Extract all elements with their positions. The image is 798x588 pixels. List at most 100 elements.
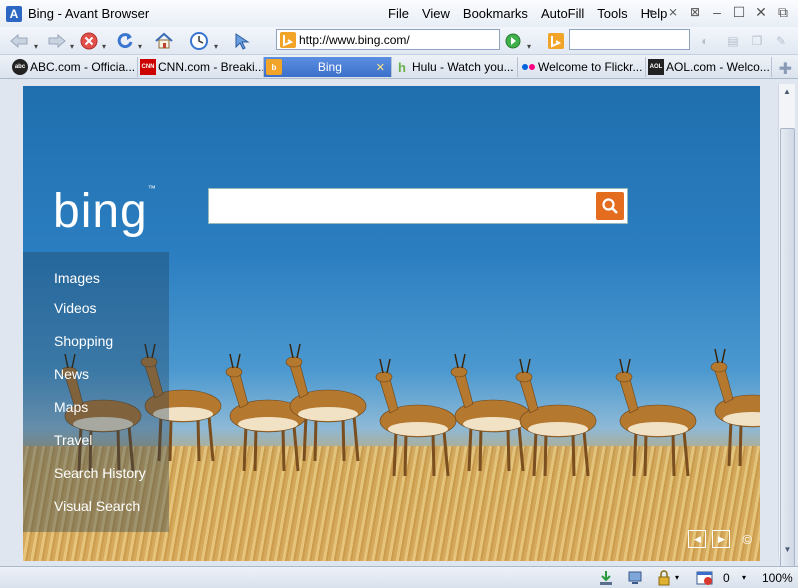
magnifier-icon <box>602 198 618 214</box>
download-icon[interactable] <box>598 570 614 586</box>
gazelle <box>285 343 367 462</box>
nav-maps[interactable]: Maps <box>54 399 88 415</box>
nav-shopping[interactable]: Shopping <box>54 333 113 349</box>
cursor-tool-button[interactable] <box>231 30 253 52</box>
nav-visual-search[interactable]: Visual Search <box>54 498 140 514</box>
tab-label: ABC.com - Officia... <box>30 60 136 74</box>
copyright-info-button[interactable]: © <box>742 532 752 547</box>
toolbar-tool-2[interactable]: ❐ <box>746 30 768 52</box>
nav-videos[interactable]: Videos <box>54 300 97 316</box>
close-tab-icon[interactable]: ✕ <box>376 61 385 74</box>
aol-favicon: AOL <box>648 59 664 75</box>
minimize-window-button[interactable]: – <box>710 5 724 19</box>
scrollbar-thumb[interactable] <box>780 128 795 576</box>
menu-chevron-icon[interactable]: ▾ <box>644 5 658 19</box>
bing-search-input[interactable] <box>208 188 628 224</box>
scroll-down-icon[interactable]: ▼ <box>779 542 796 558</box>
hulu-favicon: h <box>398 59 406 75</box>
search-go-button[interactable]: ◐ <box>694 30 716 52</box>
bing-logo-text: bing <box>53 185 148 238</box>
zoom-level[interactable]: 100% <box>762 571 793 585</box>
stop-button[interactable] <box>78 30 100 52</box>
popup-blocked-count: 0 <box>723 571 730 585</box>
stop-dropdown-icon[interactable]: ▾ <box>102 42 106 51</box>
nav-news[interactable]: News <box>54 366 89 382</box>
gazelle <box>450 353 532 472</box>
refresh-dropdown-icon[interactable]: ▾ <box>138 42 142 51</box>
gazelle <box>515 358 597 477</box>
lock-dropdown-icon[interactable]: ▾ <box>675 573 691 588</box>
restore-window-button[interactable]: ⧉ <box>776 5 790 19</box>
tab-bing[interactable]: b Bing ✕ <box>264 57 392 77</box>
page-icon: ▤ <box>727 34 739 48</box>
close-tab-toolbar-icon[interactable]: ⨯ <box>666 5 680 19</box>
menu-autofill[interactable]: AutoFill <box>541 6 584 21</box>
tab-abc[interactable]: abc ABC.com - Officia... <box>10 57 138 77</box>
menu-bookmarks[interactable]: Bookmarks <box>463 6 528 21</box>
history-dropdown-icon[interactable]: ▾ <box>214 42 218 51</box>
close-window-button[interactable]: ✕ <box>754 5 768 19</box>
home-button[interactable] <box>153 30 175 52</box>
back-button[interactable] <box>8 30 30 52</box>
back-dropdown-icon[interactable]: ▾ <box>34 42 38 51</box>
bing-favicon: b <box>266 59 282 75</box>
go-icon <box>505 33 521 49</box>
bing-homepage: bing™ Images Videos Shopping News Maps T… <box>23 86 760 561</box>
navigation-toolbar: ▾ ▾ ▾ ▾ ▾ http://www.bing.com/ ▾ ◐ ▤ ❐ ✎ <box>0 27 798 55</box>
bing-logo[interactable]: bing™ <box>53 184 157 239</box>
close-all-icon[interactable]: ⊠ <box>688 5 702 19</box>
tab-hulu[interactable]: h Hulu - Watch you... <box>392 57 518 77</box>
scroll-up-icon[interactable]: ▲ <box>779 84 795 100</box>
tab-label: CNN.com - Breaki... <box>158 60 264 74</box>
forward-button[interactable] <box>46 30 68 52</box>
history-button[interactable] <box>188 30 210 52</box>
menu-bar: File View Bookmarks AutoFill Tools Help <box>388 6 667 21</box>
next-image-button[interactable]: ▶ <box>712 530 731 548</box>
gazelle <box>710 348 760 467</box>
toolbar-tool-1[interactable]: ▤ <box>722 30 744 52</box>
network-icon[interactable] <box>627 570 643 586</box>
stop-icon <box>80 32 98 50</box>
toolbar-search-input[interactable] <box>569 29 690 50</box>
maximize-window-button[interactable]: ☐ <box>732 5 746 19</box>
vertical-scrollbar[interactable]: ▲ ▼ <box>778 84 796 576</box>
previous-image-button[interactable]: ◀ <box>688 530 707 548</box>
copy-icon: ❐ <box>751 34 763 48</box>
cnn-favicon: CNN <box>140 59 156 75</box>
zoom-dropdown-icon[interactable]: ▾ <box>742 573 758 588</box>
menu-file[interactable]: File <box>388 6 409 21</box>
search-go-icon: ◐ <box>701 34 709 48</box>
nav-images[interactable]: Images <box>54 270 100 286</box>
refresh-icon <box>117 33 133 49</box>
flickr-favicon <box>520 59 536 75</box>
nav-search-history[interactable]: Search History <box>54 465 146 481</box>
clock-icon <box>190 32 208 50</box>
tab-bar: abc ABC.com - Officia... CNN CNN.com - B… <box>0 55 798 79</box>
abc-favicon: abc <box>12 59 28 75</box>
go-dropdown-icon[interactable]: ▾ <box>527 42 531 51</box>
address-bar[interactable]: http://www.bing.com/ <box>276 29 500 50</box>
nav-travel[interactable]: Travel <box>54 432 92 448</box>
tab-label: AOL.com - Welco... <box>666 60 770 74</box>
address-url[interactable]: http://www.bing.com/ <box>299 33 410 47</box>
security-lock-icon[interactable] <box>656 570 672 586</box>
toolbar-tool-3[interactable]: ✎ <box>770 30 792 52</box>
menu-view[interactable]: View <box>422 6 450 21</box>
menu-tools[interactable]: Tools <box>597 6 627 21</box>
tab-aol[interactable]: AOL AOL.com - Welco... <box>646 57 772 77</box>
tab-label: Welcome to Flickr... <box>538 60 643 74</box>
refresh-button[interactable] <box>114 30 136 52</box>
forward-dropdown-icon[interactable]: ▾ <box>70 42 74 51</box>
tab-flickr[interactable]: Welcome to Flickr... <box>518 57 646 77</box>
go-button[interactable] <box>502 30 524 52</box>
new-tab-icon[interactable]: ✚ <box>779 59 792 79</box>
tab-label: Bing <box>317 60 342 74</box>
search-engine-button[interactable] <box>545 30 567 52</box>
window-controls: ▾ ⨯ ⊠ – ☐ ✕ ⧉ <box>644 5 790 19</box>
gazelle <box>375 358 457 477</box>
popup-blocker-icon[interactable] <box>696 570 713 586</box>
tab-cnn[interactable]: CNN CNN.com - Breaki... <box>138 57 264 77</box>
window-title: Bing - Avant Browser <box>28 6 150 21</box>
bing-search-button[interactable] <box>596 192 624 220</box>
image-navigation: ◀ ▶ © <box>688 530 752 548</box>
